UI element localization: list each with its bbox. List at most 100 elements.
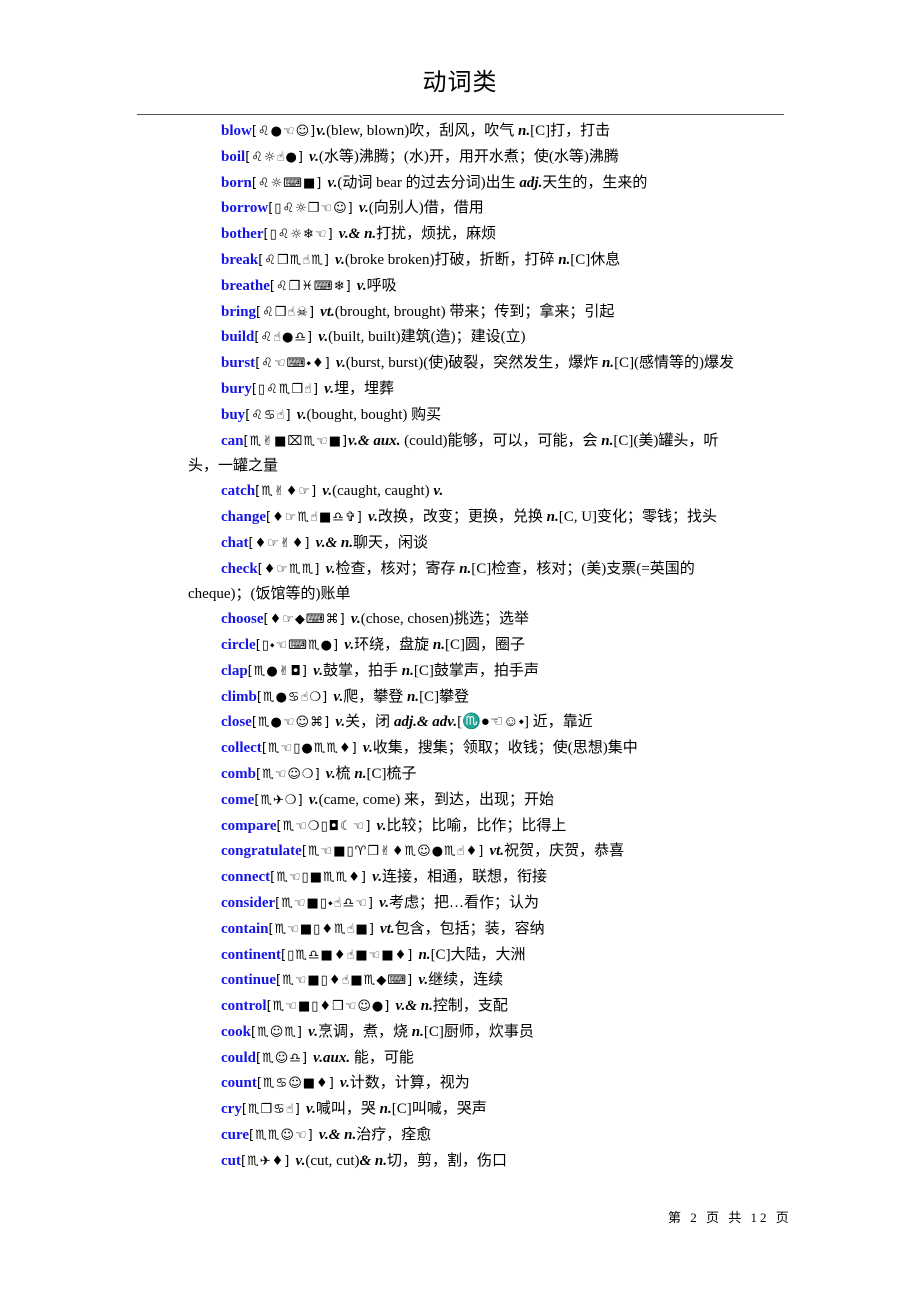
part-of-speech: v.	[318, 329, 329, 346]
part-of-speech: n.	[406, 688, 420, 705]
definition: (broke broken)打破，折断，打碎	[344, 251, 559, 268]
part-of-speech: adj.& adv.	[393, 714, 458, 731]
definition: [C]休息	[570, 251, 621, 268]
headword: borrow	[221, 200, 269, 217]
phonetic: [♏☜▯●♏♏♦]	[261, 741, 363, 757]
vocab-entry: borrow[▯♌☼❒☜☺] v.(向别人)借，借用	[188, 196, 738, 222]
vocab-entry: bother[▯♌☼❄☜] v.& n.打扰，烦扰，麻烦	[188, 222, 738, 248]
vocab-entry: break[♌❒♏☝♏] v.(broke broken)打破，折断，打碎 n.…	[188, 248, 738, 274]
definition: 能，可能	[350, 1049, 414, 1066]
vocab-entry: comb[♏☜☺❍] v.梳 n.[C]梳子	[188, 762, 738, 788]
phonetic: [♌❒♏☝♏]	[258, 252, 336, 268]
definition: 连接，相通，联想，衔接	[382, 869, 548, 886]
part-of-speech: v.	[339, 1075, 350, 1092]
part-of-speech: v.	[418, 972, 429, 989]
definition: 祝贺，庆贺，恭喜	[504, 843, 625, 860]
definition: 爬，攀登	[343, 688, 407, 705]
part-of-speech: v.	[295, 1152, 306, 1169]
part-of-speech: n.	[601, 355, 615, 372]
definition: 继续，连续	[428, 972, 504, 989]
part-of-speech: v.	[358, 200, 369, 217]
definition: 控制，支配	[432, 998, 508, 1015]
vocab-entry: cry[♏❒♋☝] v.喊叫，哭 n.[C]叫喊，哭声	[188, 1097, 738, 1123]
vocab-entry: connect[♏☜▯■♏♏♦] v.连接，相通，联想，衔接	[188, 865, 738, 891]
phonetic: [♏✌♦☞]	[255, 484, 323, 500]
headword: bring	[221, 303, 257, 320]
vocab-entry: change[♦☞♏☝■♎✞] v.改换，改变；更换，兑换 n.[C, U]变化…	[188, 505, 738, 531]
part-of-speech: v.& n.	[338, 226, 377, 243]
part-of-speech: vt.	[489, 843, 505, 860]
phonetic: [♏●✌◘]	[247, 663, 314, 679]
definition: 环绕，盘旋	[354, 636, 433, 653]
vocab-entry: build[♌☝●♎] v.(built, built)建筑(造)；建设(立)	[188, 325, 738, 351]
headword: contain	[221, 920, 269, 937]
definition: 包含，包括；装，容纳	[394, 920, 545, 937]
definition: 鼓掌，拍手	[322, 662, 402, 679]
headword: check	[221, 560, 258, 577]
phonetic: [♏☜■▯♦❒☜☺●]	[266, 999, 396, 1015]
part-of-speech: v.	[335, 714, 346, 731]
phonetic: [▯♌☼❒☜☺]	[268, 201, 359, 217]
headword: cry	[221, 1101, 242, 1118]
part-of-speech: n.	[379, 1101, 392, 1118]
phonetic: [♌♋☝]	[245, 407, 297, 423]
definition: 计数，计算，视为	[349, 1075, 470, 1092]
phonetic: [♏✈♦]	[241, 1153, 296, 1169]
vocab-entry: check[♦☞♏♏] v.检查，核对；寄存 n.[C]检查，核对；(美)支票(…	[188, 557, 738, 608]
vocab-entry: breathe[♌❒♓⌨❄] v.呼吸	[188, 274, 738, 300]
definition: [♏●☜☺⬩] 近，靠近	[457, 714, 593, 731]
headword: chat	[221, 534, 249, 551]
headword: clap	[221, 662, 248, 679]
phonetic: [♌❒♓⌨❄]	[269, 278, 357, 294]
part-of-speech: v.& n.	[315, 534, 354, 551]
phonetic: [▯⬩☜⌨♏●]	[255, 637, 345, 653]
headword: circle	[221, 636, 256, 653]
definition: 检查，核对；寄存	[335, 560, 460, 577]
headword: choose	[221, 611, 264, 628]
definition: [C]攀登	[419, 688, 470, 705]
vocabulary-list: blow[♌●☜☺]v.(blew, blown)吹，刮风，吹气 n.[C]打，…	[188, 119, 738, 1175]
definition: 喊叫，哭	[315, 1101, 380, 1118]
part-of-speech: n.	[601, 432, 614, 449]
phonetic: [♏☺♏]	[251, 1024, 309, 1040]
part-of-speech: v.	[367, 508, 378, 525]
vocab-entry: cut[♏✈♦] v.(cut, cut)& n.切，剪，割，伤口	[188, 1149, 738, 1175]
definition: [C]叫喊，哭声	[391, 1101, 487, 1118]
vocab-entry: cook[♏☺♏] v.烹调，煮，烧 n.[C]厨师，炊事员	[188, 1020, 738, 1046]
header-divider	[137, 114, 784, 115]
vocab-entry: compare[♏☜❍▯◘☾☜] v.比较；比喻，比作；比得上	[188, 814, 738, 840]
part-of-speech: v.	[327, 174, 338, 191]
vocab-entry: circle[▯⬩☜⌨♏●] v.环绕，盘旋 n.[C]圆，圈子	[188, 633, 738, 659]
vocab-entry: bury[▯♌♏❒☝] v.埋，埋葬	[188, 377, 738, 403]
headword: change	[221, 508, 266, 525]
part-of-speech: v.	[309, 148, 319, 165]
headword: comb	[221, 765, 256, 782]
part-of-speech: v.	[316, 123, 327, 139]
headword: climb	[221, 688, 257, 705]
phonetic: [▯♌♏❒☝]	[251, 381, 325, 397]
headword: burst	[221, 355, 256, 372]
definition: (向别人)借，借用	[368, 200, 484, 217]
vocab-entry: catch[♏✌♦☞] v.(caught, caught) v.	[188, 479, 738, 505]
headword: break	[221, 251, 259, 268]
part-of-speech: n.	[401, 662, 414, 679]
definition: (brought, brought) 带来；传到；拿来；引起	[334, 303, 615, 320]
phonetic: [♏☜■▯♦♏☝■]	[268, 921, 381, 937]
phonetic: [♦☞◆⌨⌘]	[263, 612, 351, 628]
part-of-speech: v.	[322, 483, 333, 500]
headword: blow	[221, 123, 252, 139]
definition: (caught, caught)	[332, 483, 434, 500]
definition: (cut, cut)	[305, 1152, 360, 1169]
vocab-entry: climb[♏●♋☝❍] v.爬，攀登 n.[C]攀登	[188, 685, 738, 711]
part-of-speech: v.	[379, 894, 389, 911]
definition: (bought, bought) 购买	[306, 406, 442, 423]
definition: [C, U]变化；零钱；找头	[558, 508, 718, 525]
part-of-speech: v.	[313, 662, 323, 679]
headword: connect	[221, 869, 271, 886]
vocab-entry: choose[♦☞◆⌨⌘] v.(chose, chosen)挑选；选举	[188, 607, 738, 633]
headword: continent	[221, 946, 281, 963]
part-of-speech: v.	[362, 740, 373, 757]
headword: bother	[221, 226, 264, 243]
part-of-speech: v.	[308, 791, 319, 808]
definition: 改换，改变；更换，兑换	[377, 508, 547, 525]
